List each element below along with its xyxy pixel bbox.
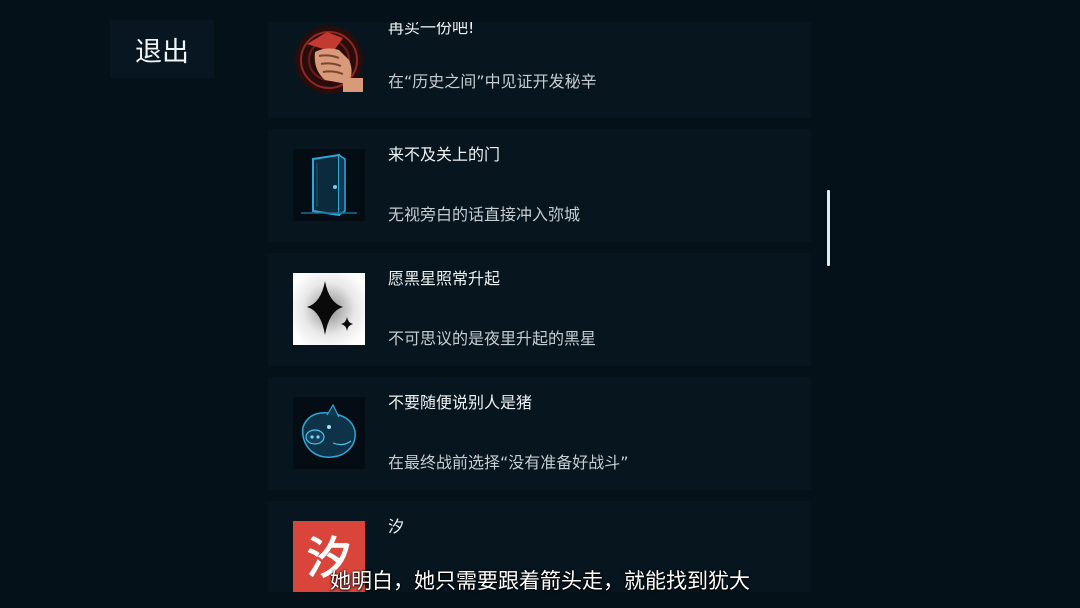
achievement-title: 汐 <box>388 517 405 536</box>
achievement-title: 愿黑星照常升起 <box>388 269 501 288</box>
achievement-card[interactable]: 再买一份吧! 在“历史之间”中见证开发秘辛 <box>268 22 811 118</box>
achievement-title: 再买一份吧! <box>388 22 475 37</box>
fist-icon <box>293 24 365 96</box>
scrollbar[interactable] <box>827 190 830 266</box>
exit-button[interactable]: 退出 <box>110 20 214 78</box>
achievement-card[interactable]: 来不及关上的门 无视旁白的话直接冲入弥城 <box>268 129 811 242</box>
achievement-list[interactable]: 再买一份吧! 在“历史之间”中见证开发秘辛 来不及关上的门 无视旁白的话直接冲入… <box>268 22 811 592</box>
achievement-title: 不要随便说别人是猪 <box>388 393 533 412</box>
achievement-card[interactable]: 不要随便说别人是猪 在最终战前选择“没有准备好战斗” <box>268 377 811 490</box>
exit-label: 退出 <box>135 36 189 68</box>
pig-icon <box>293 397 365 469</box>
door-icon <box>293 149 365 221</box>
achievement-description: 无视旁白的话直接冲入弥城 <box>388 205 581 224</box>
black-star-icon <box>293 273 365 345</box>
achievement-title: 来不及关上的门 <box>388 145 501 164</box>
achievement-description: 在最终战前选择“没有准备好战斗” <box>388 453 629 472</box>
achievement-card[interactable]: 愿黑星照常升起 不可思议的是夜里升起的黑星 <box>268 253 811 366</box>
achievement-description: 在“历史之间”中见证开发秘辛 <box>388 72 597 91</box>
dialogue-subtitle: 她明白，她只需要跟着箭头走，就能找到犹大 <box>330 569 750 593</box>
achievements-screen: 退出 再买一份吧! 在“历史之间”中见证开发秘辛 来不及关上的门 无视旁白的话直… <box>0 0 1080 608</box>
achievement-description: 不可思议的是夜里升起的黑星 <box>388 329 597 348</box>
